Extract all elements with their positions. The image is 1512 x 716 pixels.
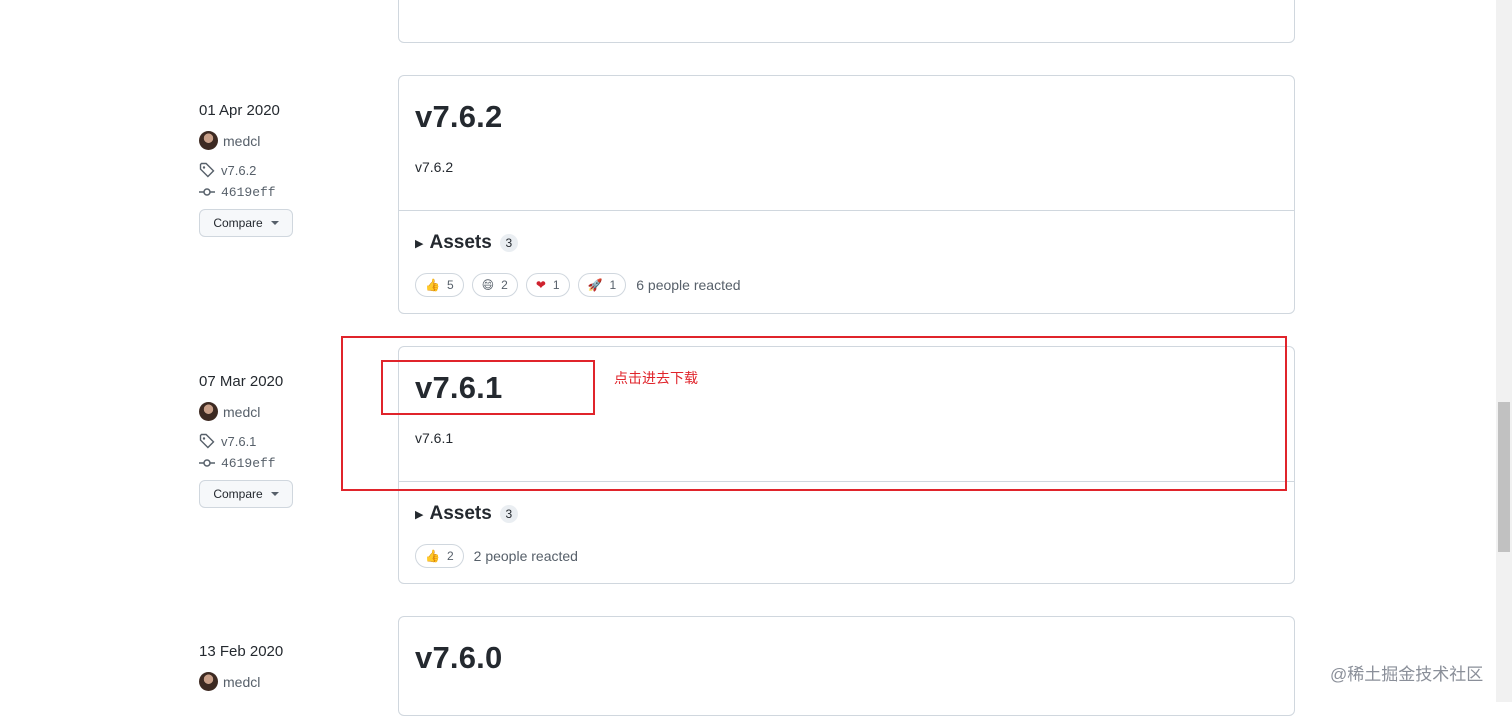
release-commit[interactable]: 4619eff bbox=[199, 455, 276, 471]
release-author[interactable]: medcl bbox=[199, 402, 260, 421]
reaction-count: 2 bbox=[501, 278, 508, 292]
tag-label[interactable]: v7.6.2 bbox=[221, 163, 256, 178]
release-card: v7.6.0 bbox=[398, 616, 1295, 716]
assets-count: 3 bbox=[499, 234, 518, 252]
chevron-down-icon bbox=[270, 492, 279, 496]
reaction-count: 1 bbox=[609, 278, 617, 292]
reaction-count: 2 bbox=[446, 549, 454, 563]
previous-release-card bbox=[398, 0, 1295, 43]
release-body: v7.6.2 bbox=[415, 159, 454, 175]
thumbs-up-icon: 👍 bbox=[425, 278, 440, 292]
commit-icon bbox=[199, 188, 215, 196]
release-date: 01 Apr 2020 bbox=[199, 102, 280, 119]
reactions: 👍 5 😄 2 ❤ 1 🚀 1 6 people reacted bbox=[415, 273, 741, 297]
reaction-rocket[interactable]: 🚀 1 bbox=[577, 273, 627, 297]
reaction-heart[interactable]: ❤ 1 bbox=[525, 273, 570, 297]
release-commit[interactable]: 4619eff bbox=[199, 184, 276, 200]
highlight-box-title bbox=[381, 360, 595, 415]
release-tag[interactable]: v7.6.2 bbox=[199, 162, 256, 178]
tag-icon bbox=[199, 162, 215, 178]
tag-icon bbox=[199, 433, 215, 449]
scrollbar-track[interactable] bbox=[1496, 0, 1512, 702]
release-author[interactable]: medcl bbox=[199, 672, 260, 691]
avatar[interactable] bbox=[199, 131, 218, 150]
chevron-down-icon bbox=[270, 221, 279, 225]
assets-toggle[interactable]: ▶ Assets 3 bbox=[415, 503, 518, 525]
compare-label: Compare bbox=[213, 487, 263, 501]
avatar[interactable] bbox=[199, 402, 218, 421]
laugh-icon: 😄 bbox=[481, 278, 495, 292]
thumbs-up-icon: 👍 bbox=[425, 549, 440, 563]
author-name[interactable]: medcl bbox=[223, 404, 260, 420]
commit-sha[interactable]: 4619eff bbox=[221, 456, 276, 471]
compare-button[interactable]: Compare bbox=[199, 209, 293, 237]
compare-button[interactable]: Compare bbox=[199, 480, 293, 508]
compare-label: Compare bbox=[213, 216, 263, 230]
triangle-right-icon: ▶ bbox=[415, 508, 424, 521]
scrollbar-thumb[interactable] bbox=[1498, 402, 1510, 552]
assets-count: 3 bbox=[499, 505, 518, 523]
release-title[interactable]: v7.6.2 bbox=[415, 99, 502, 135]
assets-label: Assets bbox=[429, 232, 492, 253]
release-author[interactable]: medcl bbox=[199, 131, 260, 150]
assets-label: Assets bbox=[429, 503, 492, 524]
annotation-text: 点击进去下载 bbox=[614, 370, 698, 386]
release-tag[interactable]: v7.6.1 bbox=[199, 433, 256, 449]
reacted-summary: 2 people reacted bbox=[473, 548, 578, 564]
reaction-laugh[interactable]: 😄 2 bbox=[471, 273, 518, 297]
reaction-thumbs-up[interactable]: 👍 2 bbox=[415, 544, 464, 568]
reaction-count: 5 bbox=[446, 278, 454, 292]
divider bbox=[399, 210, 1294, 211]
commit-sha[interactable]: 4619eff bbox=[221, 185, 276, 200]
commit-icon bbox=[199, 459, 215, 467]
reaction-count: 1 bbox=[552, 278, 560, 292]
author-name[interactable]: medcl bbox=[223, 133, 260, 149]
tag-label[interactable]: v7.6.1 bbox=[221, 434, 256, 449]
watermark: @稀土掘金技术社区 bbox=[1330, 665, 1484, 684]
triangle-right-icon: ▶ bbox=[415, 237, 424, 250]
rocket-icon: 🚀 bbox=[587, 278, 603, 292]
release-card: v7.6.2 v7.6.2 ▶ Assets 3 👍 5 😄 2 ❤ 1 🚀 1 6 p… bbox=[398, 75, 1295, 314]
avatar[interactable] bbox=[199, 672, 218, 691]
reaction-thumbs-up[interactable]: 👍 5 bbox=[415, 273, 464, 297]
reacted-summary: 6 people reacted bbox=[636, 277, 741, 293]
assets-toggle[interactable]: ▶ Assets 3 bbox=[415, 232, 518, 254]
release-date: 07 Mar 2020 bbox=[199, 373, 284, 390]
release-title[interactable]: v7.6.0 bbox=[415, 640, 502, 676]
heart-icon: ❤ bbox=[535, 278, 546, 292]
release-date: 13 Feb 2020 bbox=[199, 643, 284, 660]
author-name[interactable]: medcl bbox=[223, 674, 260, 690]
reactions: 👍 2 2 people reacted bbox=[415, 544, 578, 568]
